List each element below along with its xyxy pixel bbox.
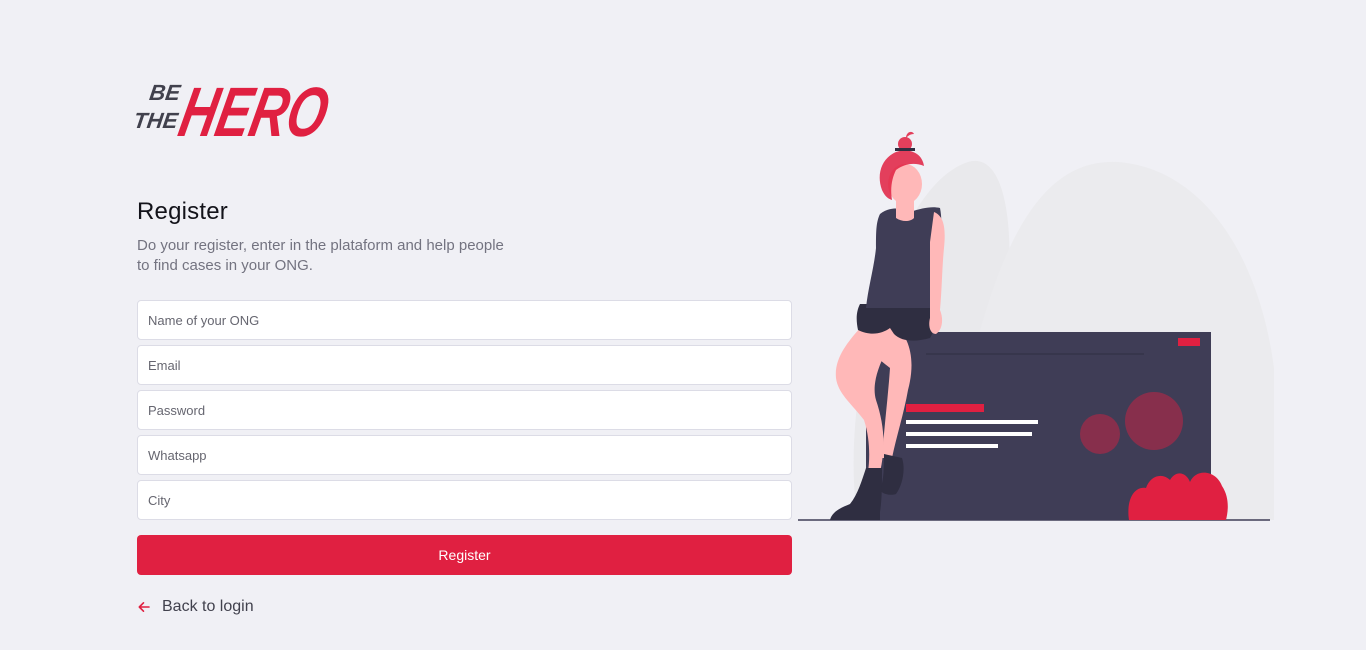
screen-text-line-3 <box>906 444 998 448</box>
woman-hair-tip <box>906 131 914 138</box>
ong-name-field[interactable] <box>137 300 792 340</box>
woman-hair-band <box>895 148 915 151</box>
screen-text-line-1 <box>906 420 1038 424</box>
arrow-left-icon <box>138 602 150 612</box>
whatsapp-field[interactable] <box>137 435 792 475</box>
register-page: BE THE HERO Register Do your register, e… <box>0 0 1366 650</box>
register-section: Register Do your register, enter in the … <box>137 196 792 575</box>
logo-the-text: THE <box>136 108 181 133</box>
woman-sitting-on-screen-illustration <box>798 131 1274 521</box>
logo-hero-text: HERO <box>173 73 336 151</box>
register-description: Do your register, enter in the plataform… <box>137 237 504 274</box>
screen-red-bar <box>906 404 984 412</box>
logo-be-text: BE <box>148 80 183 105</box>
password-field[interactable] <box>137 390 792 430</box>
be-the-hero-logo: BE THE HERO <box>136 73 336 151</box>
screen-red-tag <box>1178 338 1200 346</box>
screen-circle-large <box>1125 392 1183 450</box>
register-button[interactable]: Register <box>137 535 792 575</box>
screen-circle-small <box>1080 414 1120 454</box>
register-form: Register <box>137 300 792 575</box>
city-field[interactable] <box>137 480 792 520</box>
back-to-login-link[interactable]: Back to login <box>137 598 254 616</box>
back-to-login-label: Back to login <box>162 598 254 615</box>
email-field[interactable] <box>137 345 792 385</box>
page-title: Register <box>137 198 228 225</box>
screen-text-line-2 <box>906 432 1032 436</box>
